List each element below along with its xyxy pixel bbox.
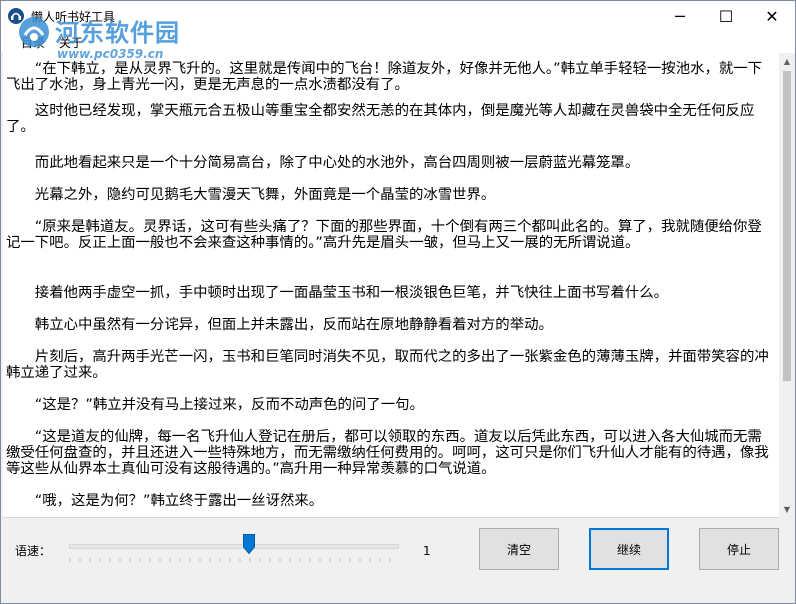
text-paragraph: 片刻后，高升两手光芒一闪，玉书和巨笔同时消失不见，取而代之的多出了一张紫金色的薄…	[6, 349, 769, 381]
control-panel: 语速： 1 清空 继续 停止	[1, 518, 795, 603]
scroll-up-button[interactable]: ▲	[779, 53, 795, 69]
chevron-down-icon: ▼	[783, 504, 791, 514]
minimize-icon: ─	[675, 6, 685, 26]
window-title: 懒人听书好工具	[31, 10, 116, 24]
chevron-up-icon: ▲	[783, 56, 791, 66]
maximize-button[interactable]: ☐	[703, 1, 749, 31]
text-paragraph: “哦，这是为何？”韩立终于露出一丝讶然来。	[34, 493, 324, 509]
close-icon: ✕	[765, 6, 779, 26]
text-paragraph: 韩立心中虽然有一分诧异，但面上并未露出，反而站在原地静静看着对方的举动。	[34, 317, 553, 333]
text-paragraph: “在下韩立，是从灵界飞升的。这里就是传闻中的飞台！除道友外，好像并无他人。”韩立…	[6, 61, 763, 93]
speed-value: 1	[423, 544, 431, 558]
text-paragraph: 这时他已经发现，掌天瓶元合五极山等重宝全都安然无恙的在其体内，倒是魔光等人却藏在…	[6, 103, 755, 135]
speed-slider[interactable]	[63, 534, 403, 568]
title-bar[interactable]: 懒人听书好工具 ─ ☐ ✕	[1, 1, 795, 31]
reading-text-area[interactable]: “在下韩立，是从灵界飞升的。这里就是传闻中的飞台！除道友外，好像并无他人。”韩立…	[3, 53, 779, 518]
maximize-icon: ☐	[718, 6, 734, 26]
speed-label: 语速：	[15, 544, 52, 558]
minimize-button[interactable]: ─	[657, 1, 703, 31]
scroll-down-button[interactable]: ▼	[779, 501, 795, 517]
slider-ticks	[69, 558, 391, 562]
stop-button[interactable]: 停止	[699, 528, 779, 570]
continue-button[interactable]: 继续	[589, 528, 669, 570]
menu-bar: 目录 关于	[1, 31, 795, 53]
app-window: 懒人听书好工具 ─ ☐ ✕ 目录 关于 “在下韩立，是从灵界飞升的。这里就是传闻…	[0, 0, 796, 604]
app-icon	[8, 8, 24, 24]
text-paragraph: 光幕之外，隐约可见鹅毛大雪漫天飞舞，外面竟是一个晶莹的冰雪世界。	[34, 187, 496, 203]
slider-thumb[interactable]	[243, 534, 256, 554]
slider-track[interactable]	[69, 544, 399, 549]
text-paragraph: 而此地看起来只是一个十分简易高台，除了中心处的水池外，高台四周则被一层蔚蓝光幕笼…	[34, 155, 640, 171]
menu-item-catalog[interactable]: 目录	[21, 34, 45, 51]
close-button[interactable]: ✕	[749, 1, 795, 31]
clear-button[interactable]: 清空	[479, 528, 559, 570]
text-paragraph: “这是道友的仙牌，每一名飞升仙人登记在册后，都可以领取的东西。道友以后凭此东西，…	[6, 429, 769, 477]
scrollbar-thumb[interactable]	[783, 71, 791, 381]
vertical-scrollbar[interactable]: ▲ ▼	[779, 53, 795, 517]
text-paragraph: 接着他两手虚空一抓，手中顿时出现了一面晶莹玉书和一根淡银色巨笔，并飞快往上面书写…	[34, 285, 668, 301]
text-paragraph: “这是？”韩立并没有马上接过来，反而不动声色的问了一句。	[34, 397, 424, 413]
text-paragraph: “原来是韩道友。灵界话，这可有些头痛了？下面的那些界面，十个倒有两三个都叫此名的…	[6, 219, 762, 251]
menu-item-about[interactable]: 关于	[59, 34, 83, 51]
